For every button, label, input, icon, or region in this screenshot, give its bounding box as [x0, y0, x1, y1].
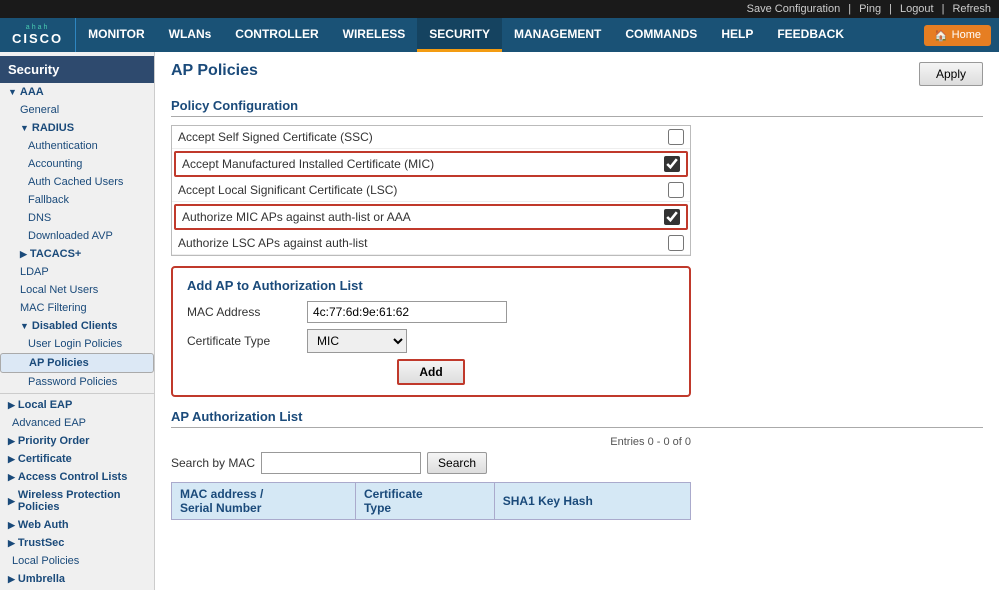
nav-feedback[interactable]: FEEDBACK [765, 18, 856, 52]
nav-help[interactable]: HELP [709, 18, 765, 52]
cisco-wordmark: CISCO [12, 31, 63, 46]
page-title: AP Policies [171, 62, 258, 80]
col-sha1[interactable]: SHA1 Key Hash [494, 483, 690, 520]
policy-row-authorize-lsc: Authorize LSC APs against auth-list [172, 232, 690, 255]
policy-label-authorize-lsc: Authorize LSC APs against auth-list [178, 236, 668, 250]
entries-info: Entries 0 - 0 of 0 [171, 436, 691, 448]
auth-list-title: AP Authorization List [171, 409, 983, 428]
nav-monitor[interactable]: MONITOR [76, 18, 156, 52]
cisco-logo: ahah CISCO [0, 18, 76, 52]
policy-check-lsc[interactable] [668, 182, 684, 198]
sidebar-item-certificate[interactable]: ▶ Certificate [0, 450, 154, 468]
apply-button[interactable]: Apply [919, 62, 983, 86]
sidebar-item-access-control-lists[interactable]: ▶ Access Control Lists [0, 468, 154, 486]
sidebar-item-ap-policies[interactable]: AP Policies [0, 353, 154, 373]
save-config-link[interactable]: Save Configuration [747, 3, 841, 15]
sidebar-item-dns[interactable]: DNS [0, 209, 154, 227]
mac-address-input[interactable] [307, 301, 507, 323]
sidebar-header: Security [0, 56, 154, 83]
main-layout: Security ▼ AAA General ▼ RADIUS Authenti… [0, 52, 999, 590]
sidebar: Security ▼ AAA General ▼ RADIUS Authenti… [0, 52, 155, 590]
sidebar-item-local-policies[interactable]: Local Policies [0, 552, 154, 570]
nav-commands[interactable]: COMMANDS [613, 18, 709, 52]
policy-list: Accept Self Signed Certificate (SSC) Acc… [171, 125, 691, 256]
add-ap-box: Add AP to Authorization List MAC Address… [171, 266, 691, 397]
nav-security[interactable]: SECURITY [417, 18, 502, 52]
topbar: Save Configuration | Ping | Logout | Ref… [0, 0, 999, 18]
sidebar-item-radius[interactable]: ▼ RADIUS [0, 119, 154, 137]
mac-label: MAC Address [187, 305, 307, 319]
sidebar-item-password-policies[interactable]: Password Policies [0, 373, 154, 391]
sidebar-item-advanced-eap[interactable]: Advanced EAP [0, 414, 154, 432]
nav-menu: MONITOR WLANs CONTROLLER WIRELESS SECURI… [76, 18, 999, 52]
sidebar-item-accounting[interactable]: Accounting [0, 155, 154, 173]
sidebar-item-local-net-users[interactable]: Local Net Users [0, 281, 154, 299]
sidebar-item-user-login-policies[interactable]: User Login Policies [0, 335, 154, 353]
policy-check-ssc[interactable] [668, 129, 684, 145]
policy-row-ssc: Accept Self Signed Certificate (SSC) [172, 126, 690, 149]
home-button[interactable]: 🏠 Home [924, 25, 991, 46]
col-mac-serial[interactable]: MAC address /Serial Number [172, 483, 356, 520]
add-ap-title: Add AP to Authorization List [187, 278, 675, 293]
nav-wireless[interactable]: WIRELESS [331, 18, 418, 52]
search-button[interactable]: Search [427, 452, 487, 474]
ping-link[interactable]: Ping [859, 3, 881, 15]
search-row: Search by MAC Search [171, 452, 983, 474]
nav-wlans[interactable]: WLANs [157, 18, 224, 52]
cert-type-row: Certificate Type MIC LSC SSC [187, 329, 675, 353]
sidebar-item-umbrella[interactable]: ▶ Umbrella [0, 570, 154, 588]
policy-row-mic: Accept Manufactured Installed Certificat… [174, 151, 688, 177]
policy-config-title: Policy Configuration [171, 98, 983, 117]
policy-label-authorize-mic: Authorize MIC APs against auth-list or A… [182, 210, 664, 224]
sidebar-item-fallback[interactable]: Fallback [0, 191, 154, 209]
sidebar-item-aaa[interactable]: ▼ AAA [0, 83, 154, 101]
col-cert-type[interactable]: CertificateType [355, 483, 494, 520]
mac-address-row: MAC Address [187, 301, 675, 323]
sidebar-item-auth-cached-users[interactable]: Auth Cached Users [0, 173, 154, 191]
policy-check-authorize-lsc[interactable] [668, 235, 684, 251]
policy-row-authorize-mic: Authorize MIC APs against auth-list or A… [174, 204, 688, 230]
sidebar-item-trustsec[interactable]: ▶ TrustSec [0, 534, 154, 552]
logout-link[interactable]: Logout [900, 3, 934, 15]
navbar: ahah CISCO MONITOR WLANs CONTROLLER WIRE… [0, 18, 999, 52]
sidebar-item-local-eap[interactable]: ▶ Local EAP [0, 396, 154, 414]
sidebar-item-downloaded-avp[interactable]: Downloaded AVP [0, 227, 154, 245]
sidebar-item-tacacs[interactable]: ▶ TACACS+ [0, 245, 154, 263]
sidebar-item-authentication[interactable]: Authentication [0, 137, 154, 155]
policy-label-ssc: Accept Self Signed Certificate (SSC) [178, 130, 668, 144]
nav-management[interactable]: MANAGEMENT [502, 18, 613, 52]
sidebar-item-disabled-clients[interactable]: ▼ Disabled Clients [0, 317, 154, 335]
sidebar-item-web-auth[interactable]: ▶ Web Auth [0, 516, 154, 534]
policy-check-authorize-mic[interactable] [664, 209, 680, 225]
auth-list-section: AP Authorization List Entries 0 - 0 of 0… [171, 409, 983, 520]
nav-controller[interactable]: CONTROLLER [223, 18, 330, 52]
policy-row-lsc: Accept Local Significant Certificate (LS… [172, 179, 690, 202]
search-by-mac-label: Search by MAC [171, 456, 255, 470]
sidebar-item-wireless-protection-policies[interactable]: ▶ Wireless Protection Policies [0, 486, 154, 516]
add-button[interactable]: Add [397, 359, 464, 385]
auth-table: MAC address /Serial Number CertificateTy… [171, 482, 691, 520]
search-input[interactable] [261, 452, 421, 474]
content-area: AP Policies Apply Policy Configuration A… [155, 52, 999, 590]
policy-label-lsc: Accept Local Significant Certificate (LS… [178, 183, 668, 197]
policy-label-mic: Accept Manufactured Installed Certificat… [182, 157, 664, 171]
sidebar-item-mac-filtering[interactable]: MAC Filtering [0, 299, 154, 317]
cert-type-select[interactable]: MIC LSC SSC [307, 329, 407, 353]
sidebar-item-general[interactable]: General [0, 101, 154, 119]
sidebar-item-priority-order[interactable]: ▶ Priority Order [0, 432, 154, 450]
refresh-link[interactable]: Refresh [952, 3, 991, 15]
cert-type-label: Certificate Type [187, 334, 307, 348]
policy-check-mic[interactable] [664, 156, 680, 172]
home-label: Home [952, 29, 981, 41]
sidebar-item-ldap[interactable]: LDAP [0, 263, 154, 281]
